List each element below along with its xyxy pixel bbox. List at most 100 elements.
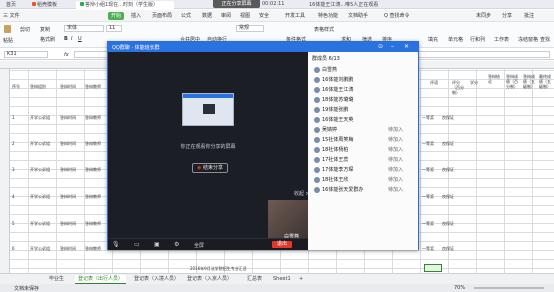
end-call-button[interactable]: 退出 bbox=[272, 241, 292, 248]
selected-cell[interactable] bbox=[424, 264, 442, 272]
mic-icon[interactable]: 🎙 bbox=[112, 241, 120, 248]
name-box[interactable]: K31 bbox=[4, 51, 48, 58]
avatar bbox=[314, 66, 320, 73]
share-button[interactable]: 分享 bbox=[502, 12, 512, 20]
row-4-group: 开学公诉组 bbox=[30, 194, 50, 199]
qq-call-window: QQ群聊 · 体能班长群 ⊙ – ✕ 你正在观看你分享的屏幕 ◉ 结束分享 收起… bbox=[107, 41, 419, 250]
header-conclusion: 答辩结论 bbox=[488, 74, 500, 84]
avatar bbox=[314, 166, 320, 173]
tab-spreadsheet[interactable]: 答辩小组1现在...时刻（学生版） bbox=[76, 1, 174, 9]
tab-live[interactable]: 16体能王江涛...唯5人正在观看 bbox=[305, 1, 407, 9]
member-item[interactable]: 吴婧婷 待加入 bbox=[314, 126, 414, 134]
member-item[interactable]: 18体能苏璐璐 bbox=[314, 96, 414, 104]
screen-share-banner[interactable]: 正在分享屏幕 bbox=[213, 0, 260, 8]
avatar bbox=[314, 176, 320, 183]
member-item[interactable]: 15社体周笑梅 待加入 bbox=[314, 136, 414, 144]
avatar bbox=[314, 186, 320, 193]
fx-icon[interactable]: fx bbox=[64, 52, 69, 58]
sync-status[interactable]: 未同步 bbox=[476, 12, 491, 20]
paste-button[interactable] bbox=[4, 25, 11, 33]
menu-formula[interactable]: 公式 bbox=[181, 12, 191, 20]
row-2-grade: 良保证 bbox=[442, 141, 454, 146]
copy-button[interactable]: 复制 bbox=[40, 26, 50, 33]
row-5-prize: 一等奖 bbox=[422, 221, 434, 226]
menu-doc-assistant[interactable]: 文档助手 bbox=[348, 12, 368, 20]
row-col-button[interactable]: 行和列 bbox=[470, 36, 485, 43]
stop-share-button[interactable]: ◉ 结束分享 bbox=[192, 163, 228, 173]
qq-title-bar[interactable]: QQ群聊 · 体能班长群 ⊙ – ✕ bbox=[108, 42, 418, 52]
minimize-icon[interactable]: – bbox=[391, 43, 394, 50]
member-item[interactable]: 16体能王天英 bbox=[314, 116, 414, 124]
row-6-prize: 一等奖 bbox=[422, 246, 434, 251]
member-status: 待加入 bbox=[388, 137, 404, 143]
member-item[interactable]: 19体能张鹏 bbox=[314, 106, 414, 114]
header-result-5: 答辩成绩（五级制） bbox=[523, 74, 535, 89]
menu-features[interactable]: 特色功能 bbox=[318, 12, 338, 20]
underline-button[interactable]: U bbox=[78, 36, 82, 42]
file-menu[interactable]: 三 文件 bbox=[3, 12, 20, 20]
self-camera-thumb[interactable]: 白雪燕 bbox=[268, 200, 308, 240]
bold-button[interactable]: B bbox=[64, 36, 68, 42]
sheet-tab-summary[interactable]: 汇总表 bbox=[244, 275, 265, 284]
zoom-level[interactable]: 70% bbox=[454, 285, 465, 291]
cut-button[interactable]: 剪切 bbox=[20, 26, 30, 33]
format-painter-button[interactable]: 格式刷 bbox=[40, 36, 55, 43]
comment-button[interactable]: 批注 bbox=[524, 12, 534, 20]
number-format-select[interactable]: 常规 bbox=[236, 25, 264, 32]
sheet-tab-entry[interactable]: 登记表（入境人员） bbox=[131, 275, 182, 284]
menu-start[interactable]: 开始 bbox=[108, 12, 125, 20]
member-item[interactable]: 白雪燕 bbox=[314, 66, 414, 74]
member-item[interactable]: 17体能李方琛 待加入 bbox=[314, 166, 414, 174]
menu-developer[interactable]: 开发工具 bbox=[285, 12, 305, 20]
sheet-tab-bar: 毕业生 登记表（出行人员） 登记表（入境人员） 登记表（入京人员） 汇总表 Sh… bbox=[0, 273, 554, 284]
member-item[interactable]: 16体能王江涛 bbox=[314, 86, 414, 94]
font-size-select[interactable]: 11 bbox=[106, 25, 122, 32]
fill-button[interactable]: 填充 bbox=[428, 36, 438, 43]
avatar bbox=[314, 116, 320, 123]
row-1-no: 1 bbox=[12, 115, 15, 120]
menu-view[interactable]: 视图 bbox=[240, 12, 250, 20]
tab-docer[interactable]: 稻壳模板 bbox=[28, 1, 68, 9]
tab-home[interactable]: 首页 bbox=[2, 1, 20, 9]
screen-preview bbox=[182, 93, 234, 126]
pin-icon[interactable]: ⊙ bbox=[378, 43, 383, 50]
menu-insert[interactable]: 插入 bbox=[131, 12, 141, 20]
sheet-tab-graduates[interactable]: 毕业生 bbox=[46, 275, 67, 284]
freeze-button[interactable]: 冻结窗格 bbox=[518, 36, 538, 43]
menu-page-layout[interactable]: 页面布局 bbox=[152, 12, 172, 20]
row-2-group: 开学公诉组 bbox=[30, 141, 50, 146]
menu-security[interactable]: 安全 bbox=[259, 12, 269, 20]
row-3-grade: 良保证 bbox=[442, 167, 454, 172]
fullscreen-button[interactable]: 全屏 bbox=[194, 242, 204, 249]
zoom-slider[interactable] bbox=[474, 287, 544, 289]
camera-icon[interactable]: ▭ bbox=[134, 241, 140, 248]
cell-button[interactable]: 单元格 bbox=[448, 36, 463, 43]
row-1-time: 答辩时间 bbox=[60, 115, 76, 120]
menu-review[interactable]: 审阅 bbox=[221, 12, 231, 20]
member-item[interactable]: 18社体杨柏 待加入 bbox=[314, 146, 414, 154]
member-item[interactable]: 16体能刘鹏鹏 bbox=[314, 76, 414, 84]
menu-data[interactable]: 数据 bbox=[202, 12, 212, 20]
menu-bar: 三 文件 开始 插入 页面布局 公式 数据 审阅 视图 安全 开发工具 特色功能… bbox=[0, 10, 554, 22]
table-style-button[interactable]: 表格样式 bbox=[314, 26, 334, 33]
font-name-select[interactable]: 宋体 bbox=[64, 25, 104, 32]
command-search[interactable]: Q 查找命令 bbox=[384, 12, 410, 20]
avatar bbox=[314, 86, 320, 93]
close-icon[interactable]: ✕ bbox=[404, 43, 409, 50]
sheet-tab-beijing[interactable]: 登记表（入京人员） bbox=[184, 275, 235, 284]
sheet-icon bbox=[80, 2, 84, 6]
member-item[interactable]: 17社体王蕊 待加入 bbox=[314, 156, 414, 164]
member-item[interactable]: 18社体王欣 待加入 bbox=[314, 176, 414, 184]
worksheet-button[interactable]: 工作表 bbox=[494, 36, 509, 43]
member-status: 待加入 bbox=[388, 147, 404, 153]
row-4-teacher: 答辩教师 bbox=[85, 194, 101, 199]
find-button[interactable]: 查找 bbox=[540, 36, 550, 43]
add-sheet-button[interactable]: + bbox=[296, 275, 306, 284]
avatar bbox=[314, 106, 320, 113]
member-item[interactable]: 16体能张天爱群办 待加入 bbox=[314, 186, 414, 194]
italic-button[interactable]: I bbox=[71, 36, 72, 42]
sheet-tab-travel[interactable]: 登记表（出行人员） bbox=[75, 275, 127, 284]
sheet-tab-sheet1[interactable]: Sheet1 bbox=[270, 275, 294, 284]
share-screen-icon[interactable]: ▣ bbox=[154, 241, 160, 248]
settings-icon[interactable]: ⚙ bbox=[174, 241, 179, 248]
